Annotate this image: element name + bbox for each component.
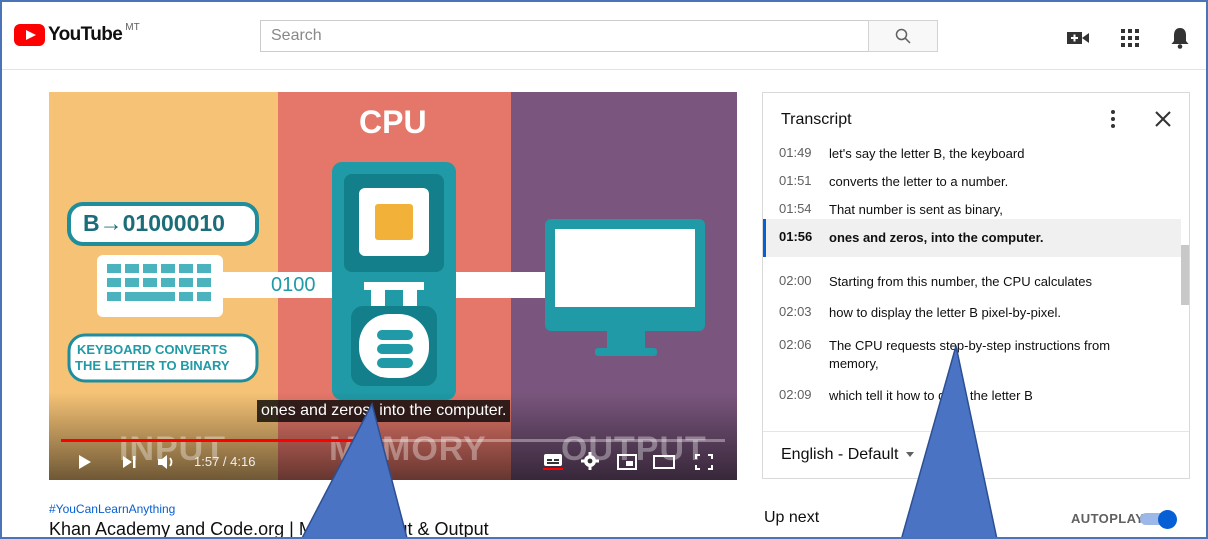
annotation-arrow-left (301, 402, 408, 537)
transcript-row[interactable]: 01:56 ones and zeros, into the computer. (763, 219, 1181, 257)
transcript-title: Transcript (781, 111, 852, 128)
transcript-timestamp[interactable]: 01:56 (763, 229, 829, 247)
transcript-row[interactable]: 02:03 how to display the letter B pixel-b… (763, 304, 1181, 322)
toggle-knob (1158, 510, 1177, 529)
transcript-scrollbar[interactable] (1181, 245, 1189, 305)
transcript-text: let's say the letter B, the keyboard (829, 146, 1025, 161)
time-display: 1:57 / 4:16 (194, 454, 256, 469)
slide-keyboard-text-2: THE LETTER TO BINARY (75, 358, 230, 373)
miniplayer-icon[interactable] (617, 454, 637, 470)
slide-binary-label: B→01000010 (83, 210, 225, 236)
active-row-indicator (763, 219, 766, 257)
youtube-play-icon (14, 24, 45, 46)
transcript-row[interactable]: 02:00 Starting from this number, the CPU … (763, 273, 1181, 291)
language-select[interactable]: English - Default (781, 446, 915, 464)
autoplay-label: AUTOPLAY (1071, 511, 1145, 526)
youtube-logo[interactable]: YouTube MT (14, 22, 140, 46)
transcript-text: converts the letter to a number. (829, 174, 1009, 189)
slide-keyboard-text-1: KEYBOARD CONVERTS (77, 342, 228, 357)
logo-text: YouTube (48, 24, 123, 45)
volume-icon[interactable] (157, 454, 177, 470)
transcript-header: Transcript (763, 93, 1189, 145)
apps-grid-icon[interactable] (1118, 26, 1142, 50)
settings-gear-icon[interactable] (581, 452, 599, 470)
transcript-timestamp[interactable]: 02:03 (763, 304, 829, 322)
transcript-timestamp[interactable]: 01:54 (763, 201, 829, 219)
search-icon (895, 28, 911, 44)
transcript-timestamp[interactable]: 02:00 (763, 273, 829, 291)
autoplay-toggle[interactable] (1140, 510, 1184, 529)
search-button[interactable] (868, 20, 938, 52)
subtitles-icon[interactable] (543, 452, 563, 470)
next-icon[interactable] (121, 454, 137, 470)
slide-binary-stream: 0100 (271, 274, 316, 296)
language-label: English - Default (781, 446, 899, 463)
transcript-timestamp[interactable]: 02:06 (763, 337, 829, 373)
transcript-text: Starting from this number, the CPU calcu… (829, 274, 1093, 289)
more-options-icon[interactable] (1103, 109, 1123, 129)
close-icon[interactable] (1153, 109, 1173, 129)
fullscreen-icon[interactable] (695, 454, 713, 470)
transcript-text: how to display the letter B pixel-by-pix… (829, 305, 1061, 320)
transcript-row[interactable]: 01:54 That number is sent as binary, (763, 201, 1181, 219)
video-title: Khan Academy and Code.org | Memory, Inpu… (49, 519, 489, 539)
search-input[interactable]: Search (260, 20, 869, 52)
annotation-arrow-right (901, 345, 998, 537)
video-hashtag[interactable]: #YouCanLearnAnything (49, 502, 175, 516)
transcript-timestamp[interactable]: 01:51 (763, 173, 829, 191)
masthead: YouTube MT Search (2, 2, 1206, 70)
notifications-bell-icon[interactable] (1168, 26, 1192, 50)
logo-country-badge: MT (125, 22, 140, 33)
page-frame: YouTube MT Search CPU B→01000010 0100 KE… (0, 0, 1208, 539)
video-camera-icon[interactable] (1066, 26, 1090, 50)
transcript-timestamp[interactable]: 01:49 (763, 145, 829, 163)
transcript-row[interactable]: 01:49 let's say the letter B, the keyboar… (763, 145, 1181, 163)
theater-mode-icon[interactable] (653, 454, 675, 470)
transcript-row[interactable]: 01:51 converts the letter to a number. (763, 173, 1181, 191)
transcript-text: ones and zeros, into the computer. (829, 230, 1044, 245)
transcript-timestamp[interactable]: 02:09 (763, 387, 829, 405)
up-next-label: Up next (764, 509, 820, 526)
transcript-text: That number is sent as binary, (829, 202, 1003, 217)
play-icon[interactable] (77, 454, 93, 470)
